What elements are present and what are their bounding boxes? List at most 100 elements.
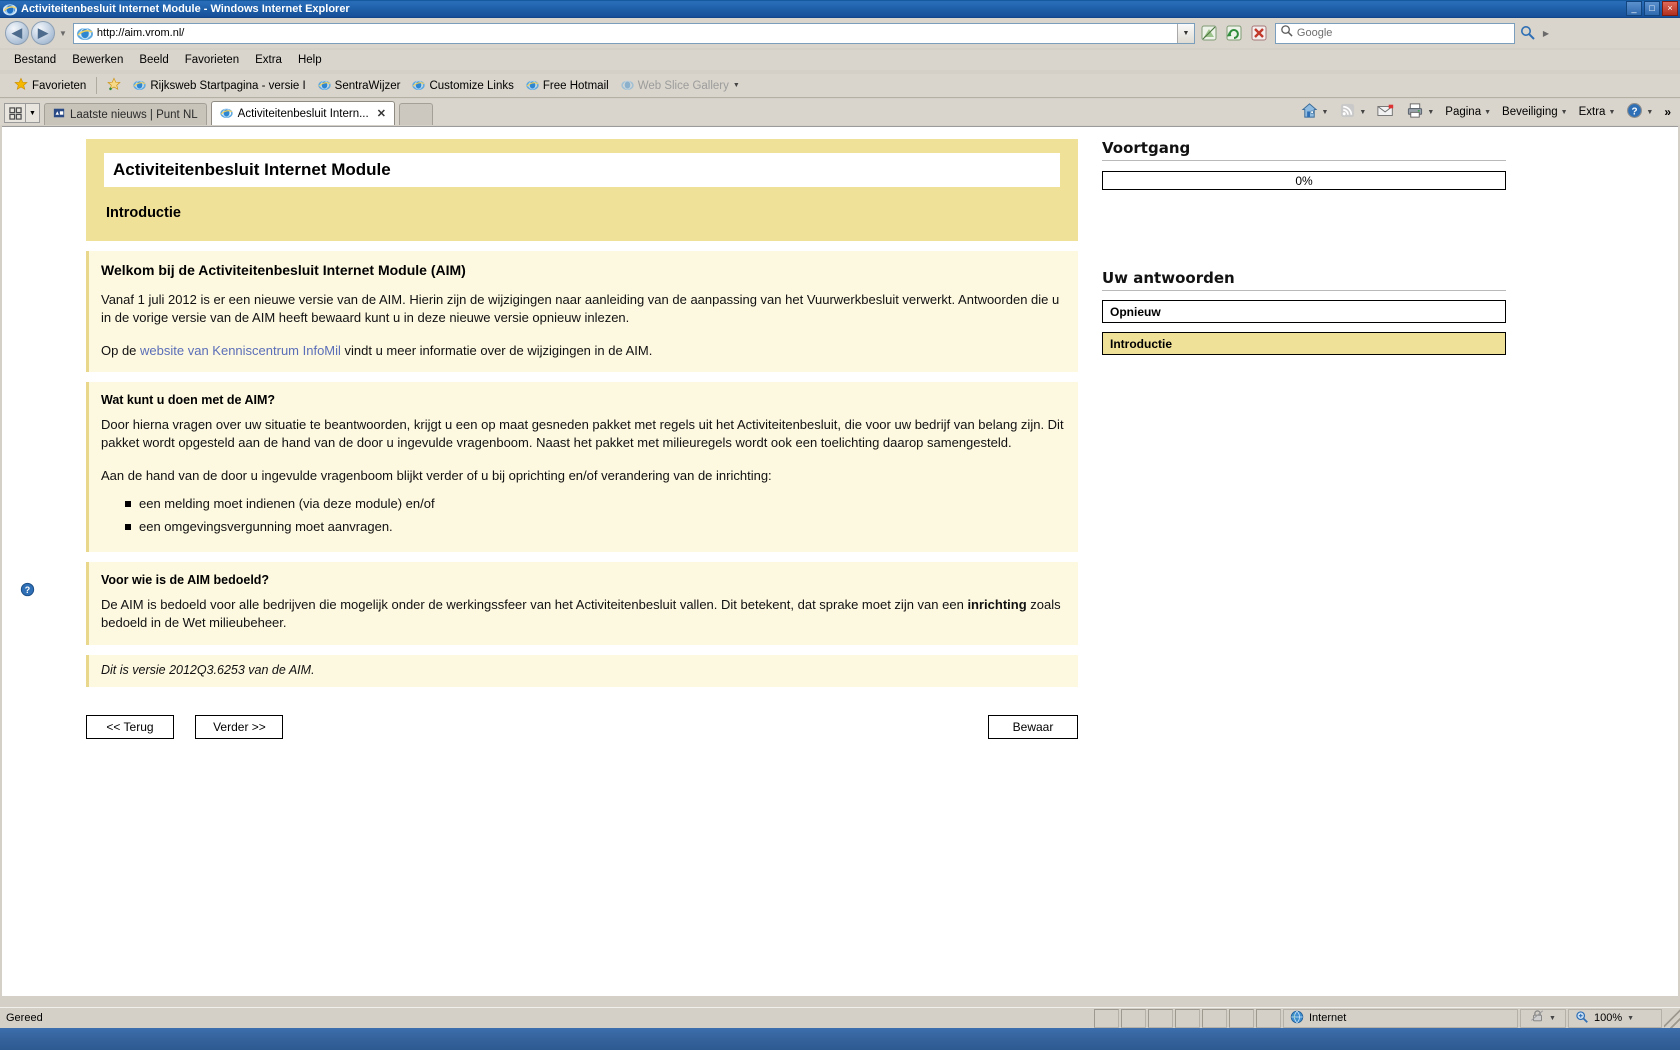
tab-laatste-nieuws[interactable]: Laatste nieuws | Punt NL (44, 103, 207, 125)
sidebar-item-introductie[interactable]: Introductie (1102, 332, 1506, 355)
quick-tabs-button[interactable] (4, 103, 26, 123)
version-note: Dit is versie 2012Q3.6253 van de AIM. (101, 662, 315, 677)
chevron-down-icon[interactable]: ▼ (1321, 109, 1328, 116)
welcome-paragraph-2: Op de website van Kenniscentrum InfoMil … (101, 342, 1066, 360)
zoom-icon (1575, 1010, 1589, 1027)
minimize-button[interactable]: _ (1626, 1, 1642, 16)
back-nav-button[interactable]: ◀ (5, 21, 29, 45)
what-can-you-do-block: Wat kunt u doen met de AIM? Door hierna … (86, 382, 1078, 553)
svg-text:?: ? (1632, 106, 1638, 117)
sidebar-item-opnieuw[interactable]: Opnieuw (1102, 300, 1506, 323)
chevron-down-icon[interactable]: ▼ (1646, 109, 1653, 116)
page-subtitle: Introductie (106, 205, 181, 221)
welcome-link-suffix: vindt u meer informatie over de wijzigin… (340, 342, 653, 358)
star-add-icon (107, 77, 122, 94)
tab-activiteitenbesluit[interactable]: Activiteitenbesluit Intern... ✕ (210, 101, 395, 125)
tab-favicon-icon (220, 106, 233, 122)
outcome-list: een melding moet indienen (via deze modu… (101, 495, 1066, 536)
next-button[interactable]: Verder >> (195, 714, 284, 739)
status-cell (1148, 1008, 1173, 1028)
zoom-level-label: 100% (1594, 1012, 1623, 1024)
forward-nav-button[interactable]: ▶ (31, 21, 55, 45)
menu-item-help[interactable]: Help (290, 53, 330, 67)
command-bar: ▼ ▼ ▼ Pagina ▼ Beveiliging ▼ Extra ▼ ? ▼… (1296, 99, 1680, 125)
save-button[interactable]: Bewaar (988, 714, 1078, 739)
back-button[interactable]: << Terug (86, 714, 174, 739)
page-favicon-icon (76, 25, 93, 41)
tab-favicon-icon (53, 107, 65, 122)
answers-heading: Uw antwoorden (1102, 269, 1506, 291)
add-to-favorites-bar-button[interactable] (101, 77, 127, 94)
protected-mode-indicator[interactable]: ▼ (1520, 1008, 1566, 1028)
favorite-label: Customize Links (429, 79, 514, 92)
chevron-down-icon[interactable]: ▼ (1561, 109, 1568, 116)
tools-menu-label: Extra (1578, 106, 1606, 118)
print-button[interactable]: ▼ (1401, 100, 1439, 124)
page-header-panel: Activiteitenbesluit Internet Module Intr… (86, 139, 1078, 241)
favorites-button-label: Favorieten (32, 79, 87, 92)
feeds-button[interactable]: ▼ (1334, 100, 1371, 124)
menu-item-extra[interactable]: Extra (247, 53, 290, 67)
search-icon (1280, 24, 1293, 42)
ie-page-icon (318, 78, 331, 94)
home-button[interactable]: ▼ (1296, 100, 1333, 124)
search-input[interactable]: Google (1274, 22, 1515, 44)
help-menu-button[interactable]: ? ▼ (1621, 100, 1658, 124)
address-dropdown-icon[interactable]: ▼ (1176, 23, 1194, 43)
help-question-icon[interactable]: ? (20, 582, 35, 597)
favorite-customize-links[interactable]: Customize Links (406, 78, 519, 94)
rss-icon (1339, 102, 1356, 122)
chevron-down-icon[interactable]: ▼ (1359, 109, 1366, 116)
status-bar: Gereed Internet ▼ 100% ▼ (0, 1007, 1680, 1028)
what-can-you-do-paragraph-2: Aan de hand van de door u ingevulde vrag… (101, 467, 772, 483)
search-provider-caret-icon[interactable]: ▶ (1543, 29, 1549, 38)
button-row: << Terug Verder >> Bewaar (86, 714, 1078, 741)
chevron-down-icon[interactable]: ▼ (1608, 109, 1615, 116)
command-bar-overflow-button[interactable]: » (1659, 103, 1676, 121)
menu-item-bestand[interactable]: Bestand (6, 53, 64, 67)
chevron-down-icon[interactable]: ▼ (733, 82, 740, 89)
star-icon (14, 77, 28, 94)
favorite-rijksweb-startpagina[interactable]: Rijksweb Startpagina - versie I (127, 78, 311, 94)
printer-icon (1406, 102, 1424, 122)
for-whom-block: Voor wie is de AIM bedoeld? De AIM is be… (86, 562, 1078, 645)
zoom-indicator[interactable]: 100% ▼ (1568, 1008, 1662, 1028)
new-tab-button[interactable] (398, 103, 433, 125)
menu-item-beeld[interactable]: Beeld (131, 53, 176, 67)
favorite-sentrawijzer[interactable]: SentraWijzer (312, 78, 407, 94)
safety-menu-button[interactable]: Beveiliging ▼ (1497, 104, 1573, 120)
stop-icon[interactable] (1248, 22, 1270, 44)
recent-pages-caret-icon[interactable]: ▼ (59, 29, 67, 38)
menu-item-bewerken[interactable]: Bewerken (64, 53, 131, 67)
tab-list-caret-icon[interactable]: ▼ (26, 103, 40, 123)
tab-close-icon[interactable]: ✕ (377, 107, 386, 120)
chevron-down-icon[interactable]: ▼ (1484, 109, 1491, 116)
read-mail-button[interactable] (1372, 101, 1400, 124)
chevron-down-icon[interactable]: ▼ (1549, 1015, 1556, 1022)
maximize-button[interactable]: □ (1644, 1, 1660, 16)
refresh-icon[interactable] (1223, 22, 1245, 44)
close-button[interactable]: × (1662, 1, 1678, 16)
welcome-heading: Welkom bij de Activiteitenbesluit Intern… (101, 262, 466, 278)
chevron-down-icon[interactable]: ▼ (1427, 109, 1434, 116)
chevron-down-icon[interactable]: ▼ (1627, 1015, 1634, 1022)
what-can-you-do-heading: Wat kunt u doen met de AIM? (101, 393, 276, 408)
favorite-free-hotmail[interactable]: Free Hotmail (520, 78, 615, 94)
ie-logo-icon (3, 2, 17, 16)
favorites-button[interactable]: Favorieten (8, 77, 92, 94)
page-title: Activiteitenbesluit Internet Module (104, 153, 1060, 187)
menu-item-favorieten[interactable]: Favorieten (177, 53, 247, 67)
page-menu-button[interactable]: Pagina ▼ (1440, 104, 1496, 120)
infomil-link[interactable]: website van Kenniscentrum InfoMil (140, 343, 341, 358)
security-zone-indicator[interactable]: Internet (1283, 1008, 1518, 1028)
resize-grip[interactable] (1664, 1008, 1680, 1028)
address-bar[interactable]: http://aim.vrom.nl/ ▼ (72, 22, 1195, 44)
window-title: Activiteitenbesluit Internet Module - Wi… (21, 3, 350, 15)
search-go-button[interactable] (1517, 22, 1539, 44)
address-url-text[interactable]: http://aim.vrom.nl/ (97, 27, 184, 39)
compatibility-view-icon[interactable] (1198, 22, 1220, 44)
taskbar (0, 1028, 1680, 1050)
tools-menu-button[interactable]: Extra ▼ (1574, 104, 1621, 120)
for-whom-text-pre: De AIM is bedoeld voor alle bedrijven di… (101, 597, 968, 612)
favorite-web-slice-gallery[interactable]: Web Slice Gallery ▼ (615, 78, 746, 94)
